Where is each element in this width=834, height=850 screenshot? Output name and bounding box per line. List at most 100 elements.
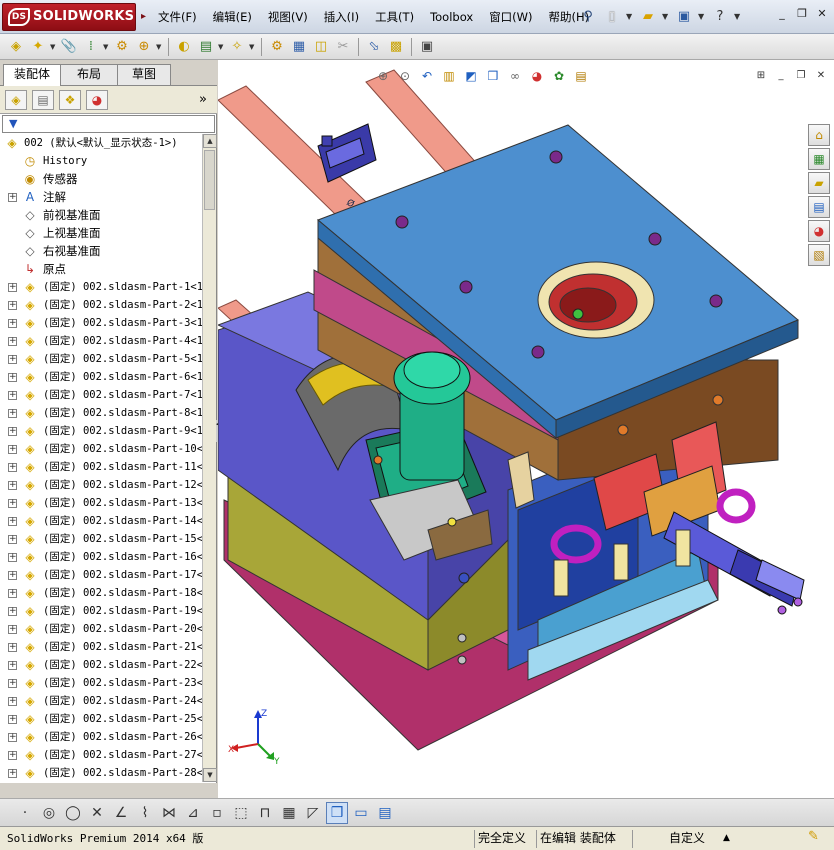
display-manager-icon[interactable]: ◕ [86,90,108,110]
tree-item-fixed[interactable]: ◇ 前视基准面 [0,206,202,224]
interference-detection-icon[interactable]: ✂ [333,37,353,57]
explode-line-icon[interactable]: ◫ [311,37,331,57]
viewport-close-icon[interactable]: ✕ [814,70,828,82]
expand-icon[interactable]: + [8,625,17,634]
tree-item-part[interactable]: + ◈ (固定) 002.sldasm-Part-26< [0,728,202,746]
tab-layout[interactable]: 布局 [60,64,118,85]
tree-item-part[interactable]: + ◈ (固定) 002.sldasm-Part-24< [0,692,202,710]
zoom-to-area-icon[interactable]: ⊙ [396,67,414,85]
expand-icon[interactable]: + [8,607,17,616]
tree-item-part[interactable]: + ◈ (固定) 002.sldasm-Part-18< [0,584,202,602]
tree-item-part[interactable]: + ◈ (固定) 002.sldasm-Part-25< [0,710,202,728]
expand-icon[interactable]: + [8,535,17,544]
expand-icon[interactable]: + [8,463,17,472]
tree-item-fixed[interactable]: ↳ 原点 [0,260,202,278]
trim-icon[interactable]: ✕ [86,802,108,824]
tab-assembly[interactable]: 装配体 [3,64,61,86]
expand-icon[interactable]: + [8,589,17,598]
previous-view-icon[interactable]: ↶ [418,67,436,85]
tree-item-fixed[interactable]: ◷ History [0,152,202,170]
tree-item-part[interactable]: + ◈ (固定) 002.sldasm-Part-11< [0,458,202,476]
expand-icon[interactable]: + [8,283,17,292]
menu-item-2[interactable]: 视图(V) [260,9,316,25]
bill-of-materials-icon[interactable]: ⚙ [267,37,287,57]
expand-icon[interactable]: + [8,643,17,652]
tree-item-part[interactable]: + ◈ (固定) 002.sldasm-Part-28< [0,764,202,782]
tree-item-part[interactable]: + ◈ (固定) 002.sldasm-Part-6<1 [0,368,202,386]
menu-item-1[interactable]: 编辑(E) [205,9,260,25]
hide-show-items-icon[interactable]: ◕ [528,67,546,85]
new-document-icon[interactable]: ▯ [602,6,622,26]
viewport-minimize-icon[interactable]: _ [774,70,788,82]
insert-component-icon[interactable]: ◈ [6,37,26,57]
save-icon[interactable]: ▣ [674,6,694,26]
dropdown-icon[interactable]: ▼ [249,43,256,51]
dropdown-icon[interactable]: ▼ [103,43,110,51]
design-library-icon[interactable]: ▦ [808,148,830,170]
circle-icon[interactable]: ◎ [38,802,60,824]
construction-geometry-icon[interactable]: ▫ [206,802,228,824]
tree-item-part[interactable]: + ◈ (固定) 002.sldasm-Part-17< [0,566,202,584]
tree-item-part[interactable]: + ◈ (固定) 002.sldasm-Part-10< [0,440,202,458]
minimize-icon[interactable]: _ [774,8,790,22]
property-manager-icon[interactable]: ▤ [32,90,54,110]
tree-item-part[interactable]: + ◈ (固定) 002.sldasm-Part-3<1 [0,314,202,332]
help-icon[interactable]: ? [710,6,730,26]
tree-item-part[interactable]: + ◈ (固定) 002.sldasm-Part-15< [0,530,202,548]
move-entities-icon[interactable]: ⊿ [182,802,204,824]
save-dropdown-icon[interactable]: ▼ [698,12,706,21]
tree-item-part[interactable]: + ◈ (固定) 002.sldasm-Part-19< [0,602,202,620]
expand-icon[interactable]: + [8,193,17,202]
relations-icon[interactable]: ◸ [302,802,324,824]
tree-item-part[interactable]: + ◈ (固定) 002.sldasm-Part-4<1 [0,332,202,350]
dropdown-icon[interactable]: ▼ [50,43,57,51]
rectangle-icon[interactable]: ⬚ [230,802,252,824]
expand-icon[interactable]: + [8,445,17,454]
tree-item-fixed[interactable]: ◉ 传感器 [0,170,202,188]
expand-icon[interactable]: + [8,373,17,382]
menu-item-5[interactable]: Toolbox [422,9,481,25]
menu-item-4[interactable]: 工具(T) [367,9,422,25]
menu-item-0[interactable]: 文件(F) [150,9,205,25]
feature-manager-tree-icon[interactable]: ◈ [5,90,27,110]
tree-item-part[interactable]: + ◈ (固定) 002.sldasm-Part-7<1 [0,386,202,404]
expand-icon[interactable]: + [8,661,17,670]
tree-item-part[interactable]: + ◈ (固定) 002.sldasm-Part-22< [0,656,202,674]
expand-icon[interactable]: + [8,481,17,490]
tile-horizontal-icon[interactable]: ▭ [350,802,372,824]
tree-scrollbar[interactable]: ▲ ▼ [202,134,217,782]
smart-fastener-icon[interactable]: ⚙ [112,37,132,57]
tree-item-part[interactable]: + ◈ (固定) 002.sldasm-Part-16< [0,548,202,566]
close-icon[interactable]: ✕ [814,8,830,22]
expand-panel-icon[interactable]: » [199,92,207,107]
view-palette-icon[interactable]: ▤ [808,196,830,218]
section-view-icon[interactable]: ▥ [440,67,458,85]
view-orientation-icon[interactable]: ❒ [484,67,502,85]
open-folder-icon[interactable]: ▰ [638,6,658,26]
expand-icon[interactable]: + [8,715,17,724]
viewport-pin-icon[interactable]: ⊞ [754,70,768,82]
restore-icon[interactable]: ❐ [794,8,810,22]
tree-item-fixed[interactable]: ◇ 右视基准面 [0,242,202,260]
expand-icon[interactable]: + [8,499,17,508]
polygon-icon[interactable]: ◯ [62,802,84,824]
show-hidden-icon[interactable]: ◐ [174,37,194,57]
scroll-up-icon[interactable]: ▲ [203,134,217,148]
solidworks-resources-icon[interactable]: ⌂ [808,124,830,146]
expand-icon[interactable]: + [8,571,17,580]
logo-arrow-icon[interactable]: ▸ [141,4,146,30]
expand-icon[interactable]: + [8,697,17,706]
tree-item-part[interactable]: + ◈ (固定) 002.sldasm-Part-9<1 [0,422,202,440]
linear-pattern-icon[interactable]: ⁞ [81,37,101,57]
pin-icon[interactable]: ⚲ [578,6,598,26]
tree-item-part[interactable]: + ◈ (固定) 002.sldasm-Part-13< [0,494,202,512]
expand-icon[interactable]: + [8,751,17,760]
viewport-restore-icon[interactable]: ❐ [794,70,808,82]
reference-geometry-icon[interactable]: ✧ [227,37,247,57]
menu-item-3[interactable]: 插入(I) [316,9,367,25]
hole-alignment-icon[interactable]: ▩ [386,37,406,57]
view-settings-icon[interactable]: ▤ [572,67,590,85]
appearances-icon[interactable]: ◕ [808,220,830,242]
expand-icon[interactable]: + [8,391,17,400]
dropdown-icon[interactable]: ▼ [218,43,225,51]
